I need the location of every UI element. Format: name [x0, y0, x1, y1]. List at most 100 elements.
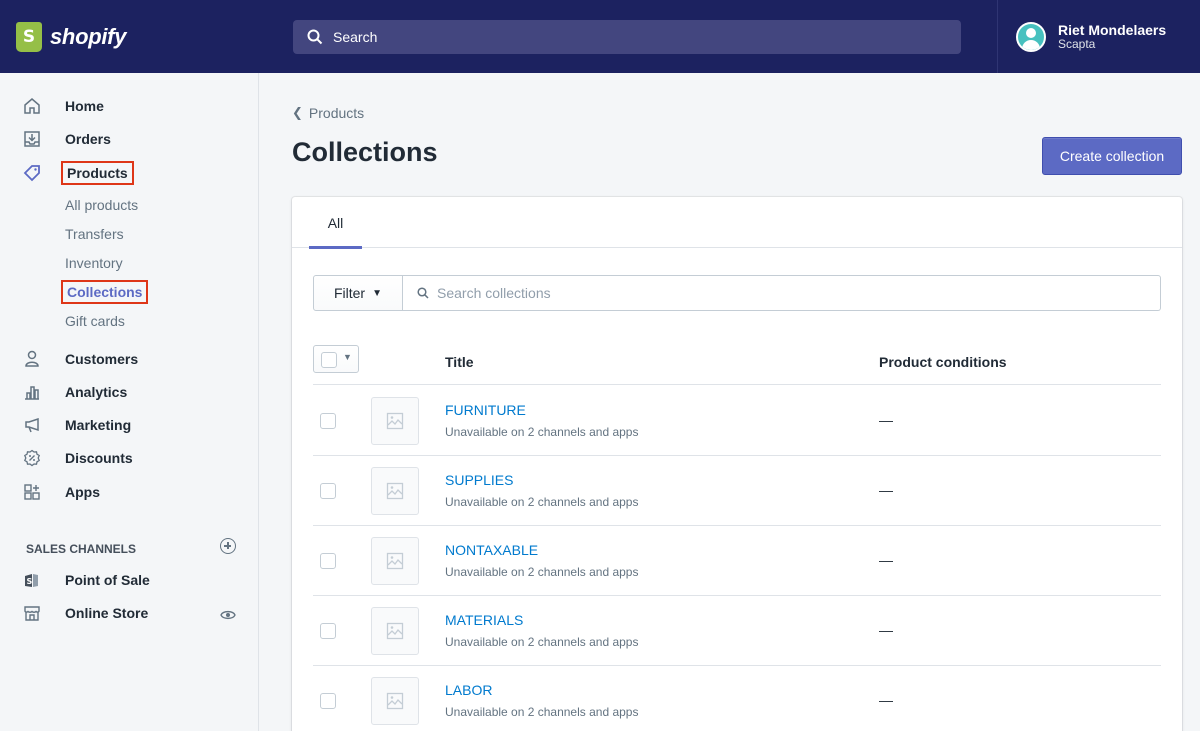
svg-text:S: S: [27, 577, 33, 586]
collection-link[interactable]: FURNITURE: [445, 402, 526, 418]
main-content: ❮ Products Collections Create collection…: [260, 73, 1200, 731]
sidebar-item-orders[interactable]: Orders: [0, 126, 259, 152]
global-search-input[interactable]: Search: [293, 19, 961, 54]
search-icon: [417, 287, 429, 299]
collection-availability: Unavailable on 2 channels and apps: [445, 565, 639, 579]
collection-link[interactable]: SUPPLIES: [445, 472, 513, 488]
sidebar-item-products[interactable]: Products: [0, 160, 259, 186]
top-search-wrap: Search: [259, 0, 997, 73]
collection-link[interactable]: NONTAXABLE: [445, 542, 538, 558]
row-checkbox[interactable]: [320, 693, 336, 709]
product-conditions: —: [879, 482, 893, 498]
user-info: Riet Mondelaers Scapta: [1058, 23, 1166, 51]
row-checkbox[interactable]: [320, 553, 336, 569]
filter-button[interactable]: Filter ▼: [313, 275, 403, 311]
shopify-bag-icon: S: [16, 21, 42, 52]
collection-link[interactable]: LABOR: [445, 682, 492, 698]
sidebar-item-label: Home: [65, 98, 104, 114]
table-row[interactable]: NONTAXABLE Unavailable on 2 channels and…: [313, 526, 1161, 596]
collection-availability: Unavailable on 2 channels and apps: [445, 495, 639, 509]
product-conditions: —: [879, 622, 893, 638]
sidebar-item-customers[interactable]: Customers: [0, 346, 259, 372]
bulk-select-checkbox[interactable]: ▼: [313, 345, 359, 373]
row-checkbox[interactable]: [320, 413, 336, 429]
sidebar-item-label: Apps: [65, 484, 100, 500]
image-placeholder-icon: [371, 537, 419, 585]
sidebar-item-label: Analytics: [65, 384, 128, 400]
analytics-icon: [22, 382, 42, 402]
table-row[interactable]: LABOR Unavailable on 2 channels and apps…: [313, 666, 1161, 731]
subnav-collections[interactable]: Collections: [60, 280, 149, 304]
caret-down-icon: ▼: [372, 287, 383, 299]
filter-bar: Filter ▼: [313, 275, 1161, 311]
eye-icon[interactable]: [220, 608, 236, 620]
sidebar-item-home[interactable]: Home: [0, 93, 259, 119]
image-placeholder-icon: [371, 677, 419, 725]
table-row[interactable]: MATERIALS Unavailable on 2 channels and …: [313, 596, 1161, 666]
tabs: All: [292, 197, 1182, 249]
row-checkbox[interactable]: [320, 483, 336, 499]
create-collection-button[interactable]: Create collection: [1042, 137, 1182, 175]
search-icon: [307, 29, 323, 44]
caret-down-icon: ▼: [343, 352, 352, 362]
checkbox: [321, 352, 337, 368]
search-collections-field[interactable]: [403, 275, 1161, 311]
orders-icon: [22, 129, 42, 149]
sidebar-item-marketing[interactable]: Marketing: [0, 412, 259, 438]
sidebar-item-label: Orders: [65, 131, 111, 147]
brand-name: shopify: [50, 23, 127, 49]
column-header-conditions: Product conditions: [879, 354, 1007, 370]
subnav-inventory[interactable]: Inventory: [65, 255, 123, 271]
breadcrumb[interactable]: ❮ Products: [292, 105, 364, 121]
image-placeholder-icon: [371, 607, 419, 655]
sidebar-item-label: Point of Sale: [65, 572, 150, 588]
collection-link[interactable]: MATERIALS: [445, 612, 523, 628]
image-placeholder-icon: [371, 397, 419, 445]
apps-icon: [22, 482, 42, 502]
sidebar-item-point-of-sale[interactable]: S Point of Sale: [0, 567, 259, 593]
user-name: Riet Mondelaers: [1058, 21, 1167, 38]
marketing-icon: [22, 415, 42, 435]
sidebar: Home Orders Products All products Transf…: [0, 73, 259, 731]
pos-icon: S: [22, 570, 42, 590]
sidebar-item-label: Products: [61, 161, 134, 185]
subnav-all-products[interactable]: All products: [65, 197, 138, 213]
brand[interactable]: S shopify: [0, 0, 259, 73]
collection-availability: Unavailable on 2 channels and apps: [445, 635, 639, 649]
customers-icon: [22, 349, 42, 369]
user-menu[interactable]: Riet Mondelaers Scapta: [997, 0, 1200, 73]
table-row[interactable]: SUPPLIES Unavailable on 2 channels and a…: [313, 456, 1161, 526]
breadcrumb-products: Products: [308, 105, 365, 121]
user-store: Scapta: [1058, 36, 1096, 51]
tag-icon: [22, 163, 42, 183]
search-collections-input[interactable]: [437, 285, 937, 301]
avatar: [1016, 21, 1046, 52]
image-placeholder-icon: [371, 467, 419, 515]
sidebar-item-discounts[interactable]: Discounts: [0, 445, 259, 471]
sidebar-item-label: Customers: [65, 351, 139, 367]
collection-availability: Unavailable on 2 channels and apps: [445, 705, 639, 719]
store-icon: [22, 603, 42, 623]
sidebar-item-analytics[interactable]: Analytics: [0, 379, 259, 405]
product-conditions: —: [879, 552, 893, 568]
discounts-icon: [22, 448, 42, 468]
sidebar-item-apps[interactable]: Apps: [0, 479, 259, 505]
filter-label: Filter: [333, 285, 366, 301]
sales-channels-heading: SALES CHANNELS: [26, 542, 137, 556]
subnav-transfers[interactable]: Transfers: [65, 226, 124, 242]
table-row[interactable]: FURNITURE Unavailable on 2 channels and …: [313, 386, 1161, 456]
top-bar: S shopify Search Riet Mondelaers Scapta: [0, 0, 1200, 73]
subnav-gift-cards[interactable]: Gift cards: [65, 313, 125, 329]
sidebar-item-label: Online Store: [65, 605, 149, 621]
search-label: Search: [333, 28, 378, 45]
column-header-title[interactable]: Title: [445, 354, 474, 370]
tab-all[interactable]: All: [309, 197, 362, 249]
page-title: Collections: [292, 137, 438, 167]
add-channel-icon[interactable]: [220, 538, 236, 554]
chevron-left-icon: ❮: [292, 105, 303, 120]
product-conditions: —: [879, 412, 893, 428]
collection-availability: Unavailable on 2 channels and apps: [445, 425, 639, 439]
logo-letter: S: [22, 26, 36, 47]
row-checkbox[interactable]: [320, 623, 336, 639]
product-conditions: —: [879, 692, 893, 708]
